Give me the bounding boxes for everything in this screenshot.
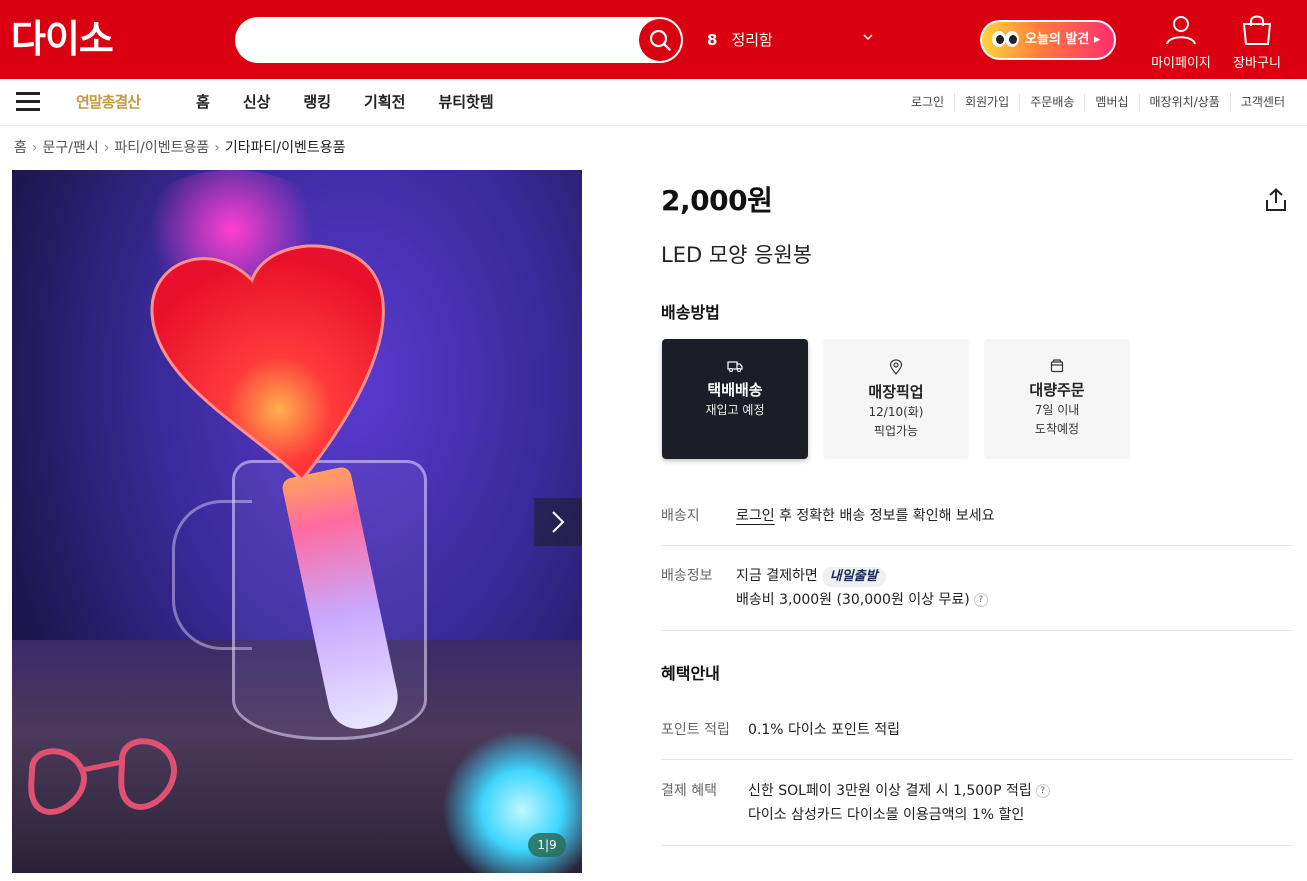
signup-link[interactable]: 회원가입 <box>954 93 1019 111</box>
share-icon[interactable] <box>1263 187 1289 213</box>
orders-link[interactable]: 주문배송 <box>1019 93 1084 111</box>
product-title: LED 모양 응원봉 <box>661 243 813 267</box>
nav-item-exhibitions[interactable]: 기획전 <box>364 92 405 112</box>
shipping-info-row: 배송정보 지금 결제하면 내일출발 배송비 3,000원 (30,000원 이상 … <box>661 564 1293 631</box>
destination-login-link[interactable]: 로그인 <box>736 508 775 524</box>
nav-item-home[interactable]: 홈 <box>196 92 210 112</box>
shipping-option-store-pickup[interactable]: 매장픽업 12/10(화) 픽업가능 <box>823 339 969 459</box>
product-price: 2,000원 <box>661 184 773 217</box>
payment-benefit-value: 신한 SOL페이 3만원 이상 결제 시 1,500P 적립? 다이소 삼성카드… <box>748 779 1050 827</box>
point-benefit-row: 포인트 적립 0.1% 다이소 포인트 적립 <box>661 718 1293 760</box>
shopping-bag-icon <box>1242 15 1272 45</box>
trending-text: 정리함 <box>731 31 773 49</box>
payment-benefit-label: 결제 혜택 <box>661 783 717 799</box>
search-bar <box>235 17 683 63</box>
category-nav: 연말총결산 홈 신상 랭킹 기획전 뷰티핫템 로그인 회원가입 주문배송 멤버십… <box>0 79 1307 126</box>
search-button[interactable] <box>639 19 681 61</box>
top-header: 다이소 8 정리함 오늘의 발견 ▸ 마이페이지 장바구니 <box>0 0 1307 79</box>
breadcrumb-item[interactable]: 파티/이벤트용품 <box>114 139 209 157</box>
cart-label: 장바구니 <box>1233 56 1281 71</box>
location-pin-icon <box>889 359 903 375</box>
nav-item-beauty[interactable]: 뷰티핫템 <box>438 92 493 112</box>
product-image[interactable] <box>12 170 582 873</box>
shipping-info-label: 배송정보 <box>661 568 713 584</box>
utility-nav: 로그인 회원가입 주문배송 멤버십 매장위치/상품 고객센터 <box>901 93 1285 111</box>
mypage-label: 마이페이지 <box>1151 56 1211 71</box>
tomorrow-dispatch-badge: 내일출발 <box>821 567 886 587</box>
truck-icon <box>727 361 743 373</box>
membership-link[interactable]: 멤버십 <box>1084 93 1138 111</box>
trending-rank: 8 <box>707 31 718 49</box>
breadcrumb-item[interactable]: 문구/팬시 <box>43 139 99 157</box>
discovery-label: 오늘의 발견 ▸ <box>1025 32 1101 47</box>
point-label: 포인트 적립 <box>661 722 730 738</box>
menu-icon[interactable] <box>16 92 40 112</box>
mypage-button[interactable]: 마이페이지 <box>1146 14 1216 71</box>
shipping-destination-label: 배송지 <box>661 508 700 524</box>
trending-keyword[interactable]: 8 정리함 <box>707 29 773 51</box>
heart-lightstick-image <box>150 244 385 483</box>
customer-center-link[interactable]: 고객센터 <box>1229 93 1285 111</box>
shipping-destination-row: 배송지 로그인 후 정확한 배송 정보를 확인해 보세요 <box>661 504 1293 546</box>
search-icon <box>649 29 671 51</box>
user-icon <box>1166 16 1196 45</box>
breadcrumb-current[interactable]: 기타파티/이벤트용품 <box>225 139 346 157</box>
shipping-info-value: 지금 결제하면 내일출발 배송비 3,000원 (30,000원 이상 무료)? <box>736 564 988 612</box>
chevron-right-icon: › <box>31 140 38 156</box>
chevron-down-icon[interactable] <box>862 31 874 43</box>
shipping-option-delivery[interactable]: 택배배송 재입고 예정 <box>662 339 808 459</box>
main-nav: 홈 신상 랭킹 기획전 뷰티핫템 <box>196 92 527 112</box>
search-input[interactable] <box>253 27 623 53</box>
chevron-right-icon: › <box>214 140 220 156</box>
benefits-section-title: 혜택안내 <box>661 664 720 683</box>
nav-item-new[interactable]: 신상 <box>243 92 271 112</box>
gallery-next-button[interactable] <box>534 498 582 546</box>
shipping-option-bulk-order[interactable]: 대량주문 7일 이내 도착예정 <box>984 339 1130 459</box>
cart-button[interactable]: 장바구니 <box>1222 14 1292 71</box>
shipping-destination-value: 로그인 후 정확한 배송 정보를 확인해 보세요 <box>736 508 995 524</box>
shipping-options: 택배배송 재입고 예정 매장픽업 12/10(화) 픽업가능 대량주문 7일 이… <box>662 339 1145 459</box>
promo-banner-link[interactable]: 연말총결산 <box>76 92 141 112</box>
login-link[interactable]: 로그인 <box>901 93 954 111</box>
breadcrumb: 홈 › 문구/팬시 › 파티/이벤트용품 › 기타파티/이벤트용품 <box>14 139 346 157</box>
nav-item-ranking[interactable]: 랭킹 <box>303 92 331 112</box>
box-icon <box>1050 359 1064 373</box>
daiso-logo[interactable]: 다이소 <box>11 17 114 61</box>
help-icon[interactable]: ? <box>1035 784 1050 798</box>
chevron-right-icon: › <box>103 140 110 156</box>
point-value: 0.1% 다이소 포인트 적립 <box>748 722 900 738</box>
todays-discovery-button[interactable]: 오늘의 발견 ▸ <box>980 20 1116 60</box>
store-locator-link[interactable]: 매장위치/상품 <box>1138 93 1230 111</box>
eyes-icon <box>992 31 1020 49</box>
heart-sunglasses-image <box>28 738 177 815</box>
shipping-section-title: 배송방법 <box>661 303 720 322</box>
help-icon[interactable]: ? <box>973 593 988 607</box>
breadcrumb-item[interactable]: 홈 <box>14 139 27 157</box>
chevron-right-icon <box>552 511 565 533</box>
payment-benefit-row: 결제 혜택 신한 SOL페이 3만원 이상 결제 시 1,500P 적립? 다이… <box>661 779 1293 846</box>
gallery-page-indicator: 1|9 <box>528 833 566 857</box>
